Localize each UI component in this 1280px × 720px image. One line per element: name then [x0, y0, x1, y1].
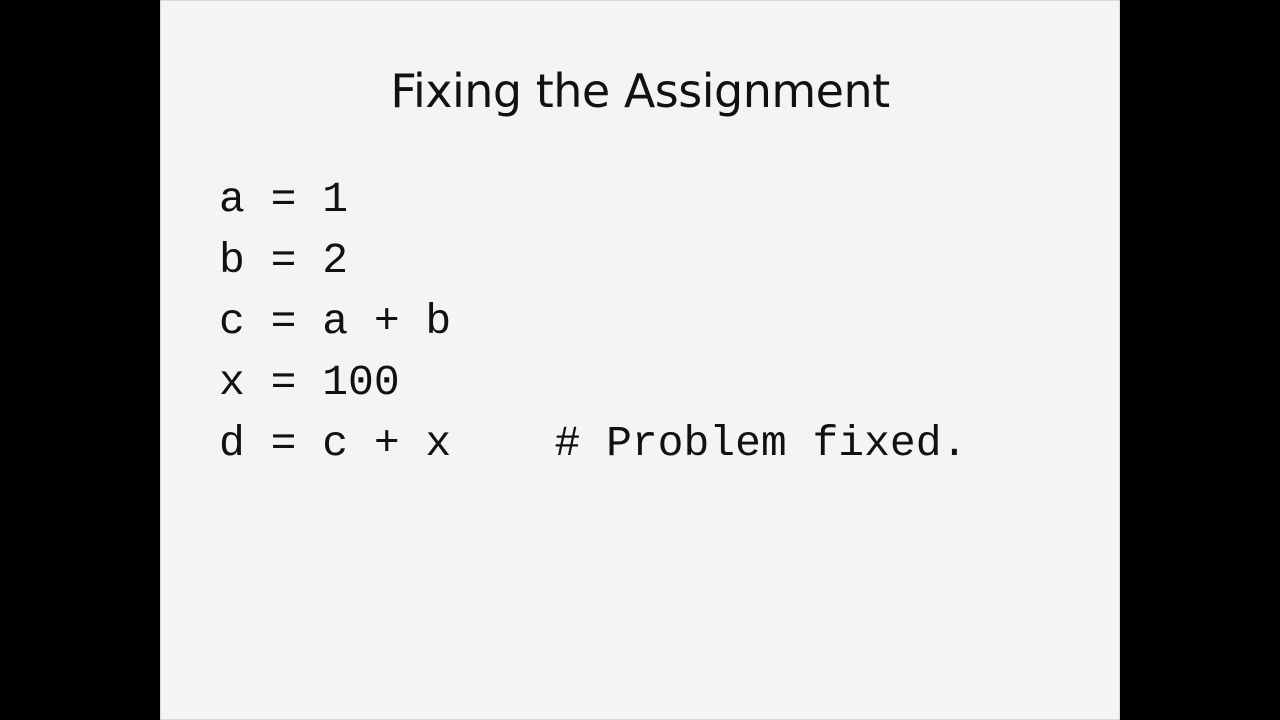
slide-title: Fixing the Assignment — [390, 64, 890, 118]
code-block: a = 1 b = 2 c = a + b x = 100 d = c + x … — [219, 169, 1099, 474]
code-line: d = c + x # Problem fixed. — [219, 419, 968, 468]
code-line: c = a + b — [219, 297, 452, 346]
video-frame: Fixing the Assignment a = 1 b = 2 c = a … — [0, 0, 1280, 720]
code-line: x = 100 — [219, 358, 400, 407]
presentation-slide: Fixing the Assignment a = 1 b = 2 c = a … — [160, 0, 1120, 720]
code-line: a = 1 — [219, 175, 349, 224]
code-line: b = 2 — [219, 236, 349, 285]
